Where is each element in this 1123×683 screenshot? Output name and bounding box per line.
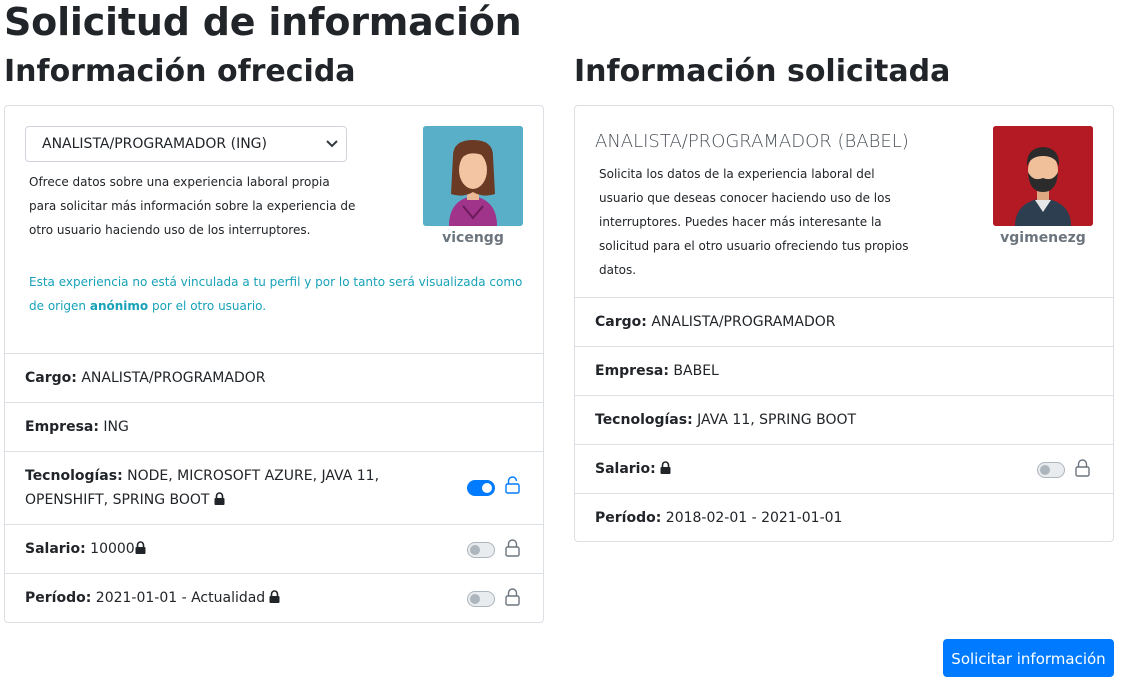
info-text-anonymous: anónimo: [89, 299, 149, 313]
unlock-icon[interactable]: [505, 476, 520, 494]
requested-salario-label: Salario:: [595, 461, 656, 477]
requested-tecnologias-value: JAVA 11, SPRING BOOT: [697, 412, 857, 428]
offered-row-cargo: Cargo: ANALISTA/PROGRAMADOR: [5, 354, 543, 403]
offered-username: vicengg: [442, 230, 504, 246]
requested-description: Solicita los datos de la experiencia lab…: [599, 167, 909, 277]
offered-periodo-label: Período:: [25, 590, 92, 606]
toggle-knob: [470, 545, 480, 555]
bearded-man-avatar-icon: [993, 126, 1093, 226]
toggle-knob: [1040, 465, 1050, 475]
requested-card-body: ANALISTA/PROGRAMADOR (BABEL) Solicita lo…: [575, 106, 1113, 298]
offered-empresa-value: ING: [103, 419, 129, 435]
offered-avatar: [423, 126, 523, 226]
requested-row-salario: Salario:: [575, 445, 1113, 494]
requested-empresa-value: BABEL: [673, 363, 719, 379]
lock-icon: [214, 492, 224, 505]
offered-periodo-value: 2021-01-01 - Actualidad: [95, 590, 266, 606]
request-info-button[interactable]: Solicitar información: [943, 639, 1114, 677]
experience-select[interactable]: ANALISTA/PROGRAMADOR (ING): [25, 126, 347, 162]
salario-toggle[interactable]: [467, 542, 495, 558]
tecnologias-toggle[interactable]: [467, 480, 495, 496]
toggle-knob: [482, 483, 492, 493]
offered-cargo-label: Cargo:: [25, 370, 77, 386]
requested-cargo-label: Cargo:: [595, 314, 647, 330]
lock-icon[interactable]: [1075, 459, 1090, 477]
requested-experience-title: ANALISTA/PROGRAMADOR (BABEL): [595, 131, 909, 152]
requested-row-empresa: Empresa: BABEL: [575, 347, 1113, 396]
requested-empresa-label: Empresa:: [595, 363, 669, 379]
offered-card-body: ANALISTA/PROGRAMADOR (ING) Ofrece datos …: [5, 106, 543, 354]
requested-row-cargo: Cargo: ANALISTA/PROGRAMADOR: [575, 298, 1113, 347]
requested-row-periodo: Período: 2018-02-01 - 2021-01-01: [575, 494, 1113, 543]
offered-row-periodo: Período: 2021-01-01 - Actualidad: [5, 574, 543, 623]
offered-cargo-value: ANALISTA/PROGRAMADOR: [81, 370, 266, 386]
requested-salario-toggle[interactable]: [1037, 462, 1065, 478]
offered-salario-value: 10000: [90, 541, 135, 557]
offered-section-title: Información ofrecida: [4, 54, 356, 89]
toggle-knob: [470, 594, 480, 604]
requested-avatar: [993, 126, 1093, 226]
lock-icon: [135, 541, 146, 554]
requested-periodo-value: 2018-02-01 - 2021-01-01: [665, 510, 843, 526]
requested-card: ANALISTA/PROGRAMADOR (BABEL) Solicita lo…: [574, 105, 1114, 542]
offered-card: ANALISTA/PROGRAMADOR (ING) Ofrece datos …: [4, 105, 544, 623]
offered-description: Ofrece datos sobre una experiencia labor…: [29, 175, 356, 237]
requested-periodo-label: Período:: [595, 510, 662, 526]
offered-empresa-label: Empresa:: [25, 419, 99, 435]
lock-icon[interactable]: [505, 539, 520, 557]
info-text-end: por el otro usuario.: [148, 299, 267, 313]
periodo-toggle[interactable]: [467, 591, 495, 607]
requested-cargo-value: ANALISTA/PROGRAMADOR: [651, 314, 836, 330]
woman-avatar-icon: [423, 126, 523, 226]
offered-salario-label: Salario:: [25, 541, 86, 557]
page-title: Solicitud de información: [4, 0, 522, 44]
requested-row-tecnologias: Tecnologías: JAVA 11, SPRING BOOT: [575, 396, 1113, 445]
offered-row-tecnologias: Tecnologías: NODE, MICROSOFT AZURE, JAVA…: [5, 452, 543, 525]
chevron-down-icon: [326, 140, 338, 148]
offered-tecnologias-label: Tecnologías:: [25, 468, 123, 484]
requested-section-title: Información solicitada: [574, 54, 951, 89]
requested-username: vgimenezg: [1000, 230, 1086, 246]
lock-icon: [660, 461, 671, 474]
requested-tecnologias-label: Tecnologías:: [595, 412, 693, 428]
offered-row-salario: Salario: 10000: [5, 525, 543, 574]
lock-icon[interactable]: [505, 588, 520, 606]
offered-row-empresa: Empresa: ING: [5, 403, 543, 452]
experience-select-value: ANALISTA/PROGRAMADOR (ING): [42, 136, 267, 152]
lock-icon: [269, 590, 280, 603]
anonymous-info-text: Esta experiencia no está vinculada a tu …: [29, 270, 523, 318]
